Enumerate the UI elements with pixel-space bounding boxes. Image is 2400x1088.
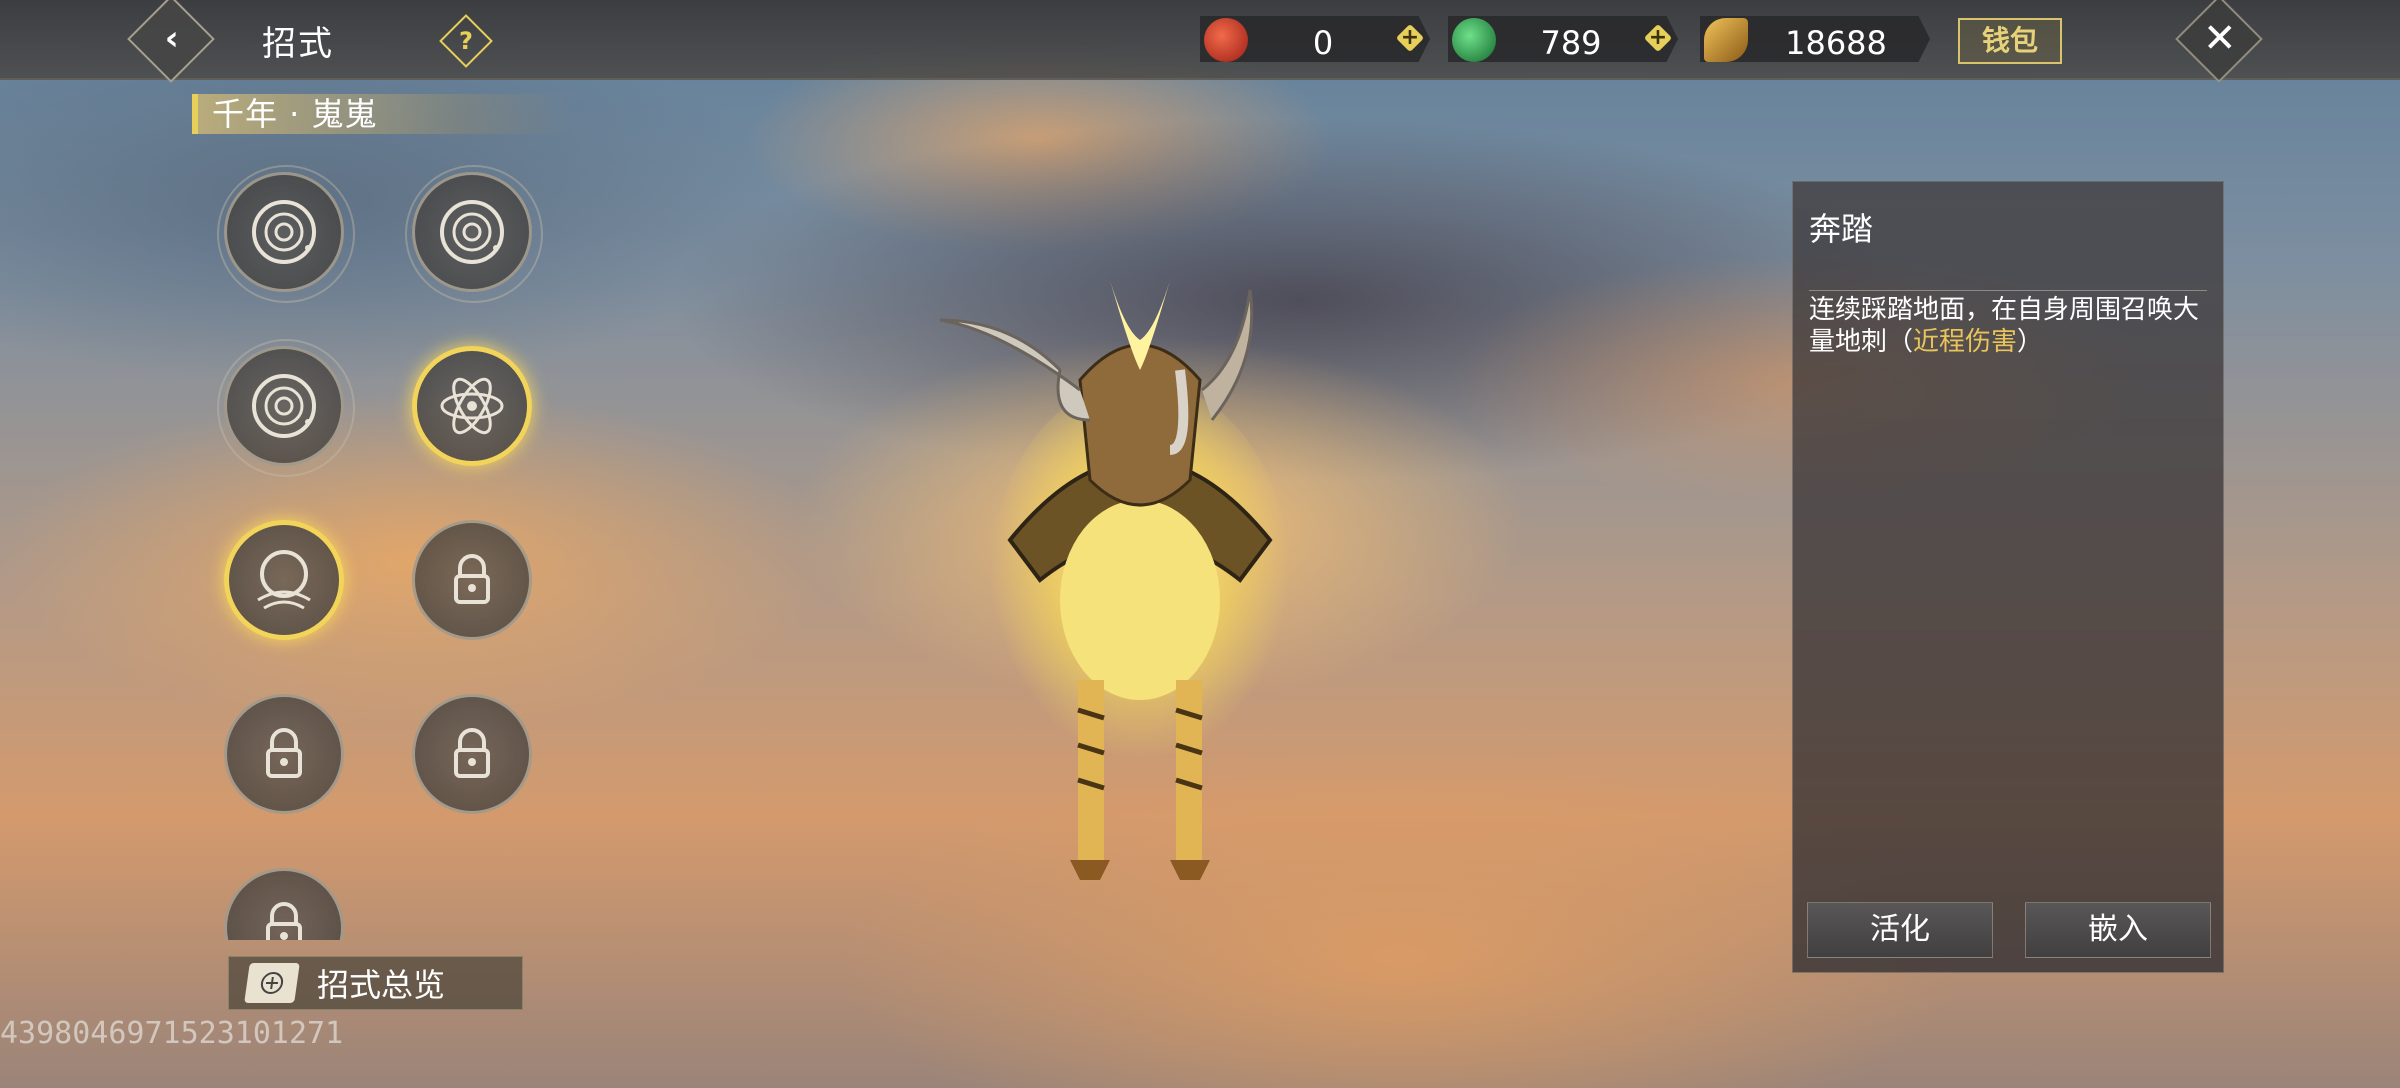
- page-title: 招式: [262, 24, 334, 64]
- red-swirl-icon: [1204, 18, 1248, 62]
- currency-gold-value: 18688: [1785, 24, 1887, 62]
- back-button[interactable]: ‹: [127, 0, 215, 83]
- skill-slot-7-locked[interactable]: [224, 694, 344, 814]
- scroll-book-icon: [244, 963, 300, 1003]
- damage-type-highlight: 近程伤害: [1913, 327, 2018, 357]
- chevron-left-icon: ‹: [164, 18, 179, 59]
- stomp-icon: [257, 550, 311, 610]
- skill-detail-panel: 奔踏 连续踩踏地面，在自身周围召唤大量地刺（近程伤害） 活化 嵌入: [1792, 181, 2224, 973]
- lock-icon: [266, 728, 302, 778]
- wallet-button[interactable]: 钱包: [1958, 18, 2062, 64]
- close-icon: ✕: [2202, 15, 2237, 62]
- skill-description: 连续踩踏地面，在自身周围召唤大量地刺（近程伤害）: [1809, 294, 2207, 358]
- atom-orbit-icon: [440, 377, 504, 435]
- currency-gold: 18688: [1700, 16, 1930, 62]
- user-id: 4398046971523101271: [0, 1016, 344, 1051]
- skill-overview-button[interactable]: 招式总览: [228, 956, 523, 1010]
- skill-slot-8-locked[interactable]: [412, 694, 532, 814]
- skill-overview-label: 招式总览: [317, 966, 446, 1004]
- currency-green: 789 +: [1448, 16, 1678, 62]
- skill-description-end: ）: [2017, 327, 2044, 357]
- skill-slot-1[interactable]: [217, 165, 355, 303]
- lock-icon: [454, 728, 490, 778]
- currency-green-value: 789: [1540, 24, 1602, 62]
- skill-slot-3[interactable]: [217, 339, 355, 477]
- embed-button[interactable]: 嵌入: [2025, 902, 2211, 958]
- skill-slot-2[interactable]: [405, 165, 543, 303]
- help-button[interactable]: ?: [439, 14, 493, 68]
- skill-name: 奔踏: [1809, 210, 1874, 248]
- currency-red-value: 0: [1312, 24, 1334, 62]
- skill-slot-4[interactable]: [412, 346, 532, 466]
- divider: [1809, 290, 2207, 291]
- currency-red: 0 +: [1200, 16, 1430, 62]
- skill-slot-5[interactable]: [224, 520, 344, 640]
- green-jade-icon: [1452, 18, 1496, 62]
- skill-slot-9-locked[interactable]: [224, 868, 344, 940]
- close-button[interactable]: ✕: [2175, 0, 2263, 83]
- question-icon: ?: [459, 27, 473, 55]
- top-bar: ‹ 招式 ? 0 + 789 + 18688 钱包 ✕: [0, 0, 2400, 83]
- gold-leaf-icon: [1704, 18, 1748, 62]
- skill-slot-9-clip: [210, 862, 360, 940]
- currency-red-add-button[interactable]: +: [1395, 23, 1425, 53]
- pet-name-banner: 千年 · 嵬嵬: [192, 94, 572, 134]
- lock-icon: [454, 554, 490, 604]
- currency-green-add-button[interactable]: +: [1643, 23, 1673, 53]
- skill-slot-6-locked[interactable]: [412, 520, 532, 640]
- lock-icon: [266, 902, 302, 940]
- activate-button[interactable]: 活化: [1807, 902, 1993, 958]
- pet-creature-model: [940, 280, 1290, 880]
